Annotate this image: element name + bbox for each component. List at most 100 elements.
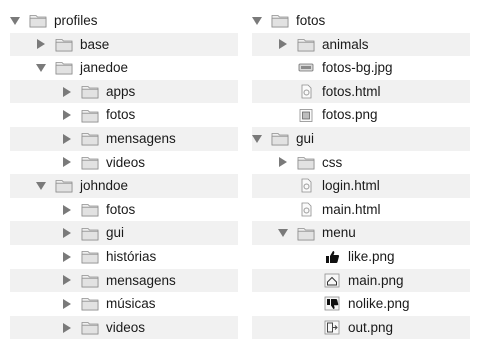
- disclosure-triangle-expanded-icon[interactable]: [10, 16, 20, 26]
- exit-image-icon: [323, 320, 348, 335]
- tree-row[interactable]: mensagens: [10, 126, 238, 151]
- disclosure-triangle-collapsed-icon[interactable]: [278, 157, 288, 167]
- folder-icon: [55, 60, 80, 75]
- tree-row[interactable]: fotos-bg.jpg: [252, 56, 470, 80]
- folder-icon: [297, 155, 322, 170]
- thumbs-up-icon: [323, 249, 348, 264]
- tree-item-label: profiles: [54, 13, 98, 29]
- tree-row[interactable]: fotos.png: [252, 103, 470, 127]
- disclosure-triangle-collapsed-icon[interactable]: [278, 39, 288, 49]
- tree-item-label: videos: [106, 154, 146, 170]
- tree-row[interactable]: fotos: [10, 103, 238, 127]
- folder-icon: [271, 13, 296, 28]
- html-file-icon: [297, 84, 322, 99]
- folder-icon: [271, 131, 296, 146]
- tree-row[interactable]: out.png: [252, 315, 470, 339]
- jpg-file-icon: [297, 60, 322, 75]
- folder-icon: [81, 249, 106, 264]
- tree-row[interactable]: histórias: [10, 245, 238, 269]
- tree-item-label: main.html: [322, 201, 381, 217]
- tree-item-label: histórias: [106, 248, 157, 264]
- folder-icon: [297, 37, 322, 52]
- tree-item-label: like.png: [348, 248, 395, 264]
- tree-item-label: mensagens: [106, 272, 176, 288]
- disclosure-triangle-expanded-icon[interactable]: [278, 228, 288, 238]
- disclosure-triangle-collapsed-icon[interactable]: [36, 39, 46, 49]
- tree-item-label: fotos: [296, 13, 326, 29]
- disclosure-triangle-collapsed-icon[interactable]: [62, 110, 72, 120]
- folder-icon: [55, 37, 80, 52]
- tree-item-label: menu: [322, 225, 356, 241]
- tree-row[interactable]: nolike.png: [252, 292, 470, 316]
- disclosure-triangle-expanded-icon[interactable]: [36, 63, 46, 73]
- folder-icon: [81, 84, 106, 99]
- tree-row[interactable]: fotos: [252, 9, 470, 33]
- tree-item-label: fotos: [106, 107, 136, 123]
- disclosure-triangle-collapsed-icon[interactable]: [62, 252, 72, 262]
- tree-row[interactable]: janedoe: [10, 56, 238, 80]
- disclosure-triangle-collapsed-icon[interactable]: [62, 134, 72, 144]
- tree-row[interactable]: main.html: [252, 198, 470, 222]
- tree-row[interactable]: videos: [10, 315, 238, 339]
- tree-row[interactable]: base: [10, 32, 238, 57]
- disclosure-triangle-collapsed-icon[interactable]: [62, 157, 72, 167]
- folder-icon: [81, 155, 106, 170]
- tree-item-label: músicas: [106, 296, 156, 312]
- tree-row[interactable]: menu: [252, 221, 470, 245]
- tree-row[interactable]: profiles: [10, 9, 238, 33]
- tree-item-label: fotos.html: [322, 83, 381, 99]
- tree-row[interactable]: fotos.html: [252, 79, 470, 104]
- disclosure-triangle-collapsed-icon[interactable]: [62, 205, 72, 215]
- right-file-tree: fotos animals fotos-bg.jpg fotos.html fotos.…: [252, 9, 470, 339]
- tree-row[interactable]: videos: [10, 151, 238, 175]
- folder-icon: [81, 131, 106, 146]
- tree-row[interactable]: css: [252, 151, 470, 175]
- tree-item-label: nolike.png: [348, 296, 410, 312]
- tree-item-label: out.png: [348, 319, 394, 335]
- tree-row[interactable]: fotos: [10, 198, 238, 222]
- tree-row[interactable]: main.png: [252, 268, 470, 293]
- png-file-icon: [297, 108, 322, 123]
- tree-row[interactable]: johndoe: [10, 174, 238, 198]
- disclosure-triangle-expanded-icon[interactable]: [36, 181, 46, 191]
- folder-icon: [81, 273, 106, 288]
- tree-row[interactable]: login.html: [252, 174, 470, 198]
- html-file-icon: [297, 178, 322, 193]
- tree-item-label: johndoe: [80, 178, 129, 194]
- folder-icon: [81, 108, 106, 123]
- folder-icon: [81, 320, 106, 335]
- tree-row[interactable]: animals: [252, 32, 470, 57]
- disclosure-triangle-collapsed-icon[interactable]: [62, 299, 72, 309]
- folder-icon: [29, 13, 54, 28]
- tree-row[interactable]: músicas: [10, 292, 238, 316]
- tree-row[interactable]: apps: [10, 79, 238, 104]
- disclosure-triangle-collapsed-icon[interactable]: [62, 228, 72, 238]
- folder-icon: [297, 226, 322, 241]
- tree-item-label: animals: [322, 36, 369, 52]
- tree-item-label: gui: [106, 225, 125, 241]
- tree-row[interactable]: mensagens: [10, 268, 238, 293]
- folder-icon: [81, 226, 106, 241]
- tree-item-label: videos: [106, 319, 146, 335]
- left-file-tree: profiles base janedoe apps fotos mensagens vid…: [10, 9, 238, 339]
- tree-item-label: mensagens: [106, 131, 176, 147]
- tree-row[interactable]: gui: [10, 221, 238, 245]
- tree-row[interactable]: gui: [252, 126, 470, 151]
- tree-item-label: base: [80, 36, 110, 52]
- tree-item-label: apps: [106, 83, 136, 99]
- disclosure-triangle-collapsed-icon[interactable]: [62, 87, 72, 97]
- disclosure-triangle-collapsed-icon[interactable]: [62, 275, 72, 285]
- tree-item-label: fotos.png: [322, 107, 378, 123]
- tree-item-label: fotos-bg.jpg: [322, 60, 393, 76]
- tree-item-label: janedoe: [80, 60, 129, 76]
- disclosure-triangle-expanded-icon[interactable]: [252, 16, 262, 26]
- tree-item-label: login.html: [322, 178, 380, 194]
- folder-icon: [81, 296, 106, 311]
- disclosure-triangle-collapsed-icon[interactable]: [62, 323, 72, 333]
- thumbs-down-icon: [323, 296, 348, 311]
- tree-item-label: gui: [296, 131, 315, 147]
- tree-item-label: fotos: [106, 201, 136, 217]
- html-file-icon: [297, 202, 322, 217]
- disclosure-triangle-expanded-icon[interactable]: [252, 134, 262, 144]
- tree-row[interactable]: like.png: [252, 245, 470, 269]
